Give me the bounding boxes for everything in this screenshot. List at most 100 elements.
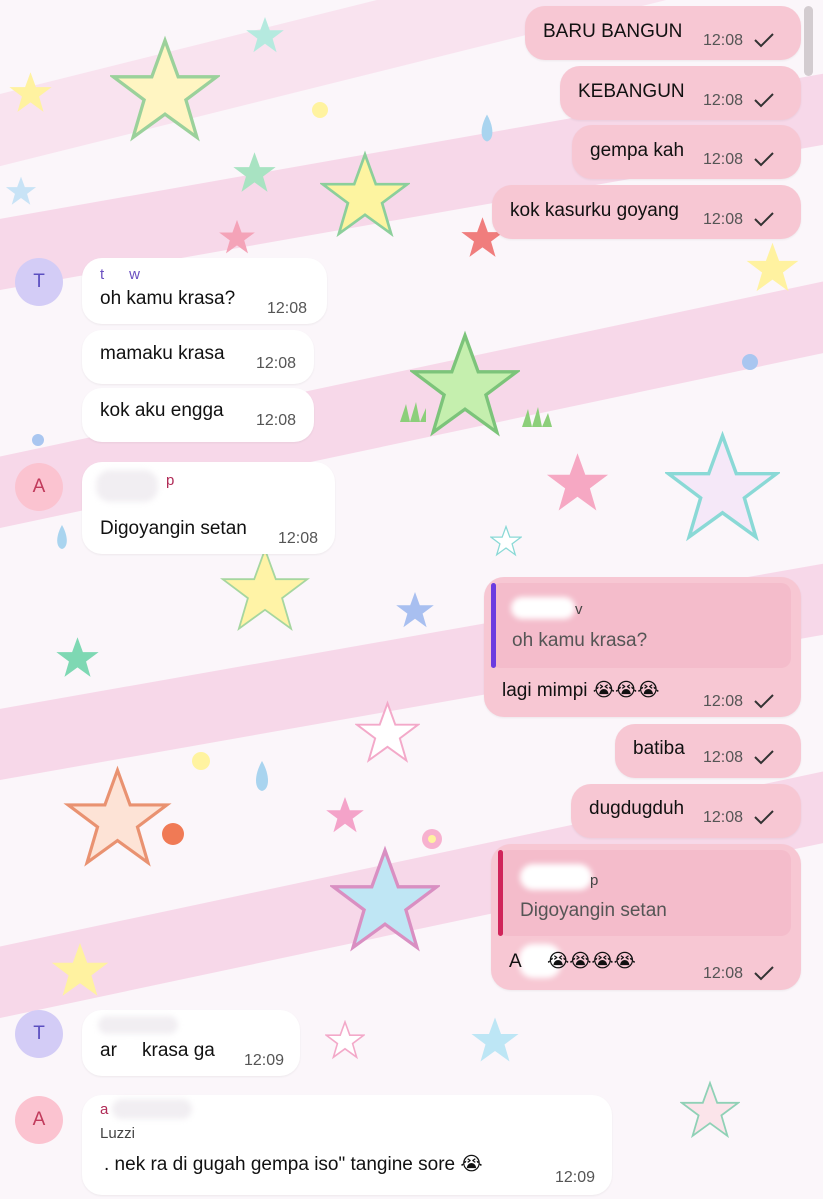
incoming-message-bubble[interactable]: mamaku krasa 12:08 [82,330,314,384]
incoming-message-bubble[interactable]: ar krasa ga 12:09 [82,1010,300,1076]
sent-check-icon [754,152,774,167]
message-time: 12:08 [256,355,297,372]
outgoing-message-bubble[interactable]: batiba 12:08 [615,724,801,778]
incoming-message-bubble[interactable]: a Luzzi . nek ra di gugah gempa iso" tan… [82,1095,612,1195]
star-decoration-icon [546,453,609,511]
message-text: gempa kah [590,140,685,161]
avatar[interactable]: T [15,258,63,306]
star-decoration-icon [51,943,109,996]
message-time: 12:08 [703,92,744,109]
message-text: mamaku krasa [100,343,225,364]
grass-icon [400,402,426,422]
quoted-sender-name: v [575,601,583,618]
quoted-message[interactable]: p Digoyangin setan [498,850,791,936]
sender-name[interactable]: t w [100,266,140,283]
star-decoration-icon [746,242,799,292]
message-text: oh kamu krasa? [100,288,236,309]
outgoing-message-bubble[interactable]: KEBANGUN 12:08 [560,66,801,120]
message-text: Digoyangin setan [100,518,247,539]
message-text: batiba [633,738,685,759]
star-decoration-icon [5,176,37,205]
sent-check-icon [754,33,774,48]
quote-accent-bar [491,583,496,668]
message-text: . nek ra di gugah gempa iso" tangine sor… [104,1154,483,1175]
sender-name[interactable]: a [100,1101,108,1118]
star-decoration-icon [330,845,440,952]
outgoing-message-bubble[interactable]: kok kasurku goyang 12:08 [492,185,801,239]
quoted-message[interactable]: v oh kamu krasa? [491,583,791,668]
quoted-text: oh kamu krasa? [512,630,648,651]
message-text: dugdugduh [589,798,685,819]
redacted-sender-blur [112,1099,192,1119]
incoming-message-bubble[interactable]: p Digoyangin setan 12:08 [82,462,335,554]
scrollbar-thumb[interactable] [804,6,813,76]
message-text: A 😭😭😭😭 [509,951,636,972]
sender-name[interactable]: p [166,472,174,489]
star-decoration-icon [396,592,434,628]
star-decoration-icon [680,1080,740,1139]
message-text: BARU BANGUN [543,21,683,42]
star-decoration-icon [246,17,284,53]
dot-decoration-icon [742,354,758,370]
star-decoration-icon [320,150,410,238]
sent-check-icon [754,694,774,709]
outgoing-reply-bubble[interactable]: p Digoyangin setan A 😭😭😭😭 12:08 [491,844,801,990]
message-time: 12:08 [278,530,319,547]
message-time: 12:08 [703,211,744,228]
avatar[interactable]: A [15,1096,63,1144]
raindrop-icon [57,525,67,549]
star-decoration-icon [219,219,255,254]
message-time: 12:09 [244,1052,285,1069]
quoted-sender-name: p [590,872,599,889]
outgoing-message-bubble[interactable]: BARU BANGUN 12:08 [525,6,801,60]
star-decoration-icon [355,700,420,763]
star-decoration-icon [490,525,522,557]
raindrop-icon [256,761,268,791]
star-decoration-icon [110,35,220,142]
star-decoration-icon [63,765,172,867]
message-time: 12:08 [703,151,744,168]
message-time: 12:08 [267,300,308,317]
sent-check-icon [754,810,774,825]
dot-decoration-icon [312,102,328,118]
message-time: 12:09 [555,1169,596,1186]
star-decoration-icon [665,430,780,542]
star-decoration-icon [233,152,276,192]
avatar[interactable]: T [15,1010,63,1058]
sent-check-icon [754,93,774,108]
sender-subtitle: Luzzi [100,1125,136,1142]
redacted-text-blur [120,1038,140,1064]
star-decoration-icon [9,72,52,112]
message-time: 12:08 [703,965,744,982]
outgoing-reply-bubble[interactable]: v oh kamu krasa? lagi mimpi 😭😭😭 12:08 [484,577,801,717]
message-text: kok kasurku goyang [510,200,679,221]
star-decoration-icon [325,1020,365,1060]
dot-decoration-icon [192,752,210,770]
outgoing-message-bubble[interactable]: dugdugduh 12:08 [571,784,801,838]
message-text: kok aku engga [100,400,224,421]
message-time: 12:08 [703,693,744,710]
incoming-message-bubble[interactable]: t w oh kamu krasa? 12:08 [82,258,327,324]
message-time: 12:08 [256,412,297,429]
redacted-sender-blur [520,864,592,890]
message-time: 12:08 [703,32,744,49]
message-text: KEBANGUN [578,81,685,102]
sent-check-icon [754,966,774,981]
quote-accent-bar [498,850,503,936]
redacted-sender-blur [96,470,158,502]
strawberry-icon [162,823,184,845]
message-time: 12:08 [703,749,744,766]
avatar[interactable]: A [15,463,63,511]
flower-icon [422,829,442,849]
message-text: krasa ga [142,1040,215,1061]
raindrop-icon [481,114,493,142]
incoming-message-bubble[interactable]: kok aku engga 12:08 [82,388,314,442]
sent-check-icon [754,212,774,227]
outgoing-message-bubble[interactable]: gempa kah 12:08 [572,125,801,179]
star-decoration-icon [220,546,310,631]
star-decoration-icon [471,1017,519,1062]
dot-decoration-icon [32,434,44,446]
redacted-sender-blur [98,1016,178,1034]
star-decoration-icon [326,797,364,833]
sent-check-icon [754,750,774,765]
